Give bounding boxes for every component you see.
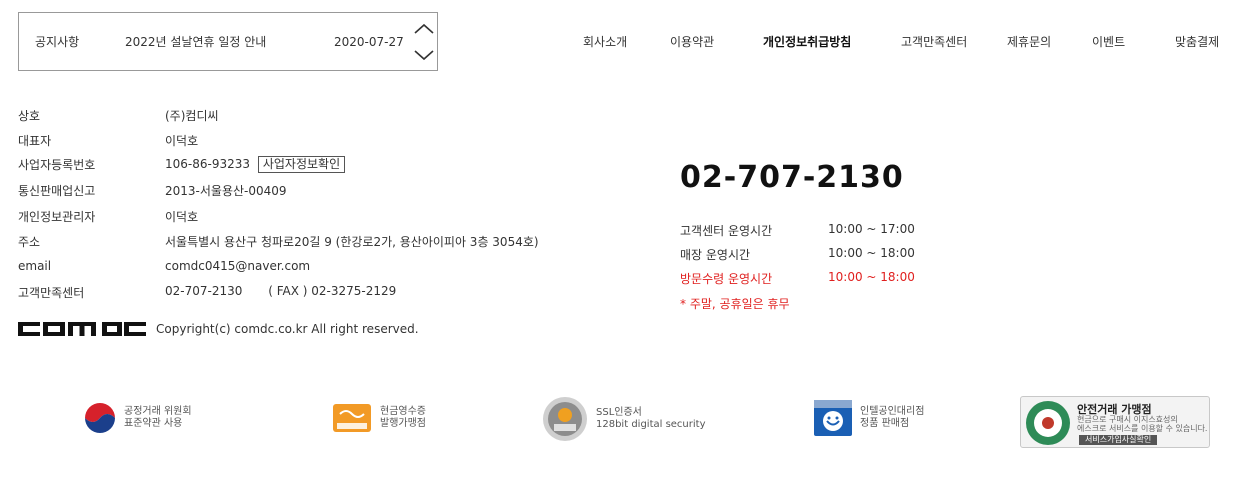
nav-custom-payment[interactable]: 맞춤결제 [1175,33,1219,50]
cash-receipt-badge[interactable]: 현금영수증 발행가맹점 [332,402,426,434]
footer-logo-row: Copyright(c) comdc.co.kr All right reser… [18,318,419,340]
ftc-logo-icon [85,403,115,433]
badge-line1: 공정거래 위원회 [124,406,192,417]
email-link[interactable]: comdc0415@naver.com [165,259,310,273]
holiday-note-text: * 주말, 공휴일은 휴무 [680,297,790,311]
badge-line1: SSL인증서 [596,407,642,418]
notice-ticker: 공지사항 2022년 설날연휴 일정 안내 2020-07-27 [18,12,438,71]
info-value: 2013-서울용산-00409 [165,184,287,198]
info-key: 개인정보관리자 [18,210,96,224]
nav-terms[interactable]: 이용약관 [670,33,714,50]
info-key: 대표자 [18,134,52,148]
info-value: 이덕호 [165,134,199,148]
cash-receipt-icon [333,404,371,432]
hours-label: 매장 운영시간 [680,248,751,262]
chevron-down-icon[interactable] [413,47,435,63]
info-key: email [18,259,52,273]
nav-privacy-policy[interactable]: 개인정보취급방침 [763,33,851,50]
notice-label: 공지사항 [35,35,80,49]
notice-title-link[interactable]: 2022년 설날연휴 일정 안내 [125,33,266,50]
hours-value: 10:00 ~ 18:00 [828,246,915,260]
info-value: 서울특별시 용산구 청파로20길 9 (한강로2가, 용산아이피아 3층 305… [165,235,539,249]
safe-trade-desc-line2: 에스크로 서비스를 이용할 수 있습니다. [1077,424,1208,433]
hours-label: 방문수령 운영시간 [680,272,773,286]
badge-line1: 인텔공인대리점 [860,406,925,417]
info-key: 상호 [18,109,41,123]
hours-label: 고객센터 운영시간 [680,224,773,238]
nav-company-intro[interactable]: 회사소개 [583,33,627,50]
call-center: 02-707-2130 [680,160,904,195]
info-key: 고객만족센터 [18,286,85,300]
badge-line1: 현금영수증 [380,406,426,417]
info-value: (주)컴디씨 [165,109,219,123]
nav-customer-center[interactable]: 고객만족센터 [901,33,967,50]
info-key: 주소 [18,235,41,249]
info-key: 통신판매업신고 [18,184,96,198]
comdc-logo [18,322,146,336]
business-info-check-button[interactable]: 사업자정보확인 [257,156,346,173]
call-center-phone: 02-707-2130 [680,160,904,195]
ssl-badge[interactable]: SSL인증서 128bit digital security [542,396,706,442]
safe-trade-badge[interactable]: 안전거래 가맹점 현금으로 구매시 이지스효성의 에스크로 서비스를 이용할 수… [1020,396,1210,448]
notice-date: 2020-07-27 [334,34,404,49]
chevron-up-icon[interactable] [413,21,435,37]
info-value: 이덕호 [165,210,199,224]
escrow-seal-icon [1026,401,1070,445]
service-join-check-button[interactable]: 서비스가입사실확인 [1079,435,1158,445]
nav-event[interactable]: 이벤트 [1092,33,1125,50]
safe-trade-desc-line1: 현금으로 구매시 이지스효성의 [1077,415,1178,424]
info-key: 사업자등록번호 [18,158,96,172]
badge-line2: 정품 판매점 [860,418,910,429]
info-value-wrap: 106-86-93233 사업자정보확인 [165,156,346,173]
nav-partnership[interactable]: 제휴문의 [1007,33,1051,50]
ssl-seal-icon [543,397,587,441]
certification-badges: 공정거래 위원회 표준약관 사용 현금영수증 발행가맹점 SSL인증서 128b… [0,380,1248,479]
fax-number: ( FAX ) 02-3275-2129 [268,284,397,298]
info-value-wrap: 02-707-2130 ( FAX ) 02-3275-2129 [165,284,396,298]
copyright-text: Copyright(c) comdc.co.kr All right reser… [156,322,419,336]
notice-arrows [413,19,435,65]
hours-value: 10:00 ~ 18:00 [828,270,915,284]
intel-dealer-icon [814,400,852,436]
badge-line2: 128bit digital security [596,419,706,430]
customer-phone: 02-707-2130 [165,284,243,298]
intel-badge[interactable]: 인텔공인대리점 정품 판매점 [814,400,924,436]
badge-line2: 표준약관 사용 [124,418,183,429]
business-number: 106-86-93233 [165,157,251,171]
top-bar: 공지사항 2022년 설날연휴 일정 안내 2020-07-27 회사소개 이용… [0,0,1248,88]
badge-line2: 발행가맹점 [380,418,426,429]
hours-value: 10:00 ~ 17:00 [828,222,915,236]
ftc-badge[interactable]: 공정거래 위원회 표준약관 사용 [84,402,192,434]
